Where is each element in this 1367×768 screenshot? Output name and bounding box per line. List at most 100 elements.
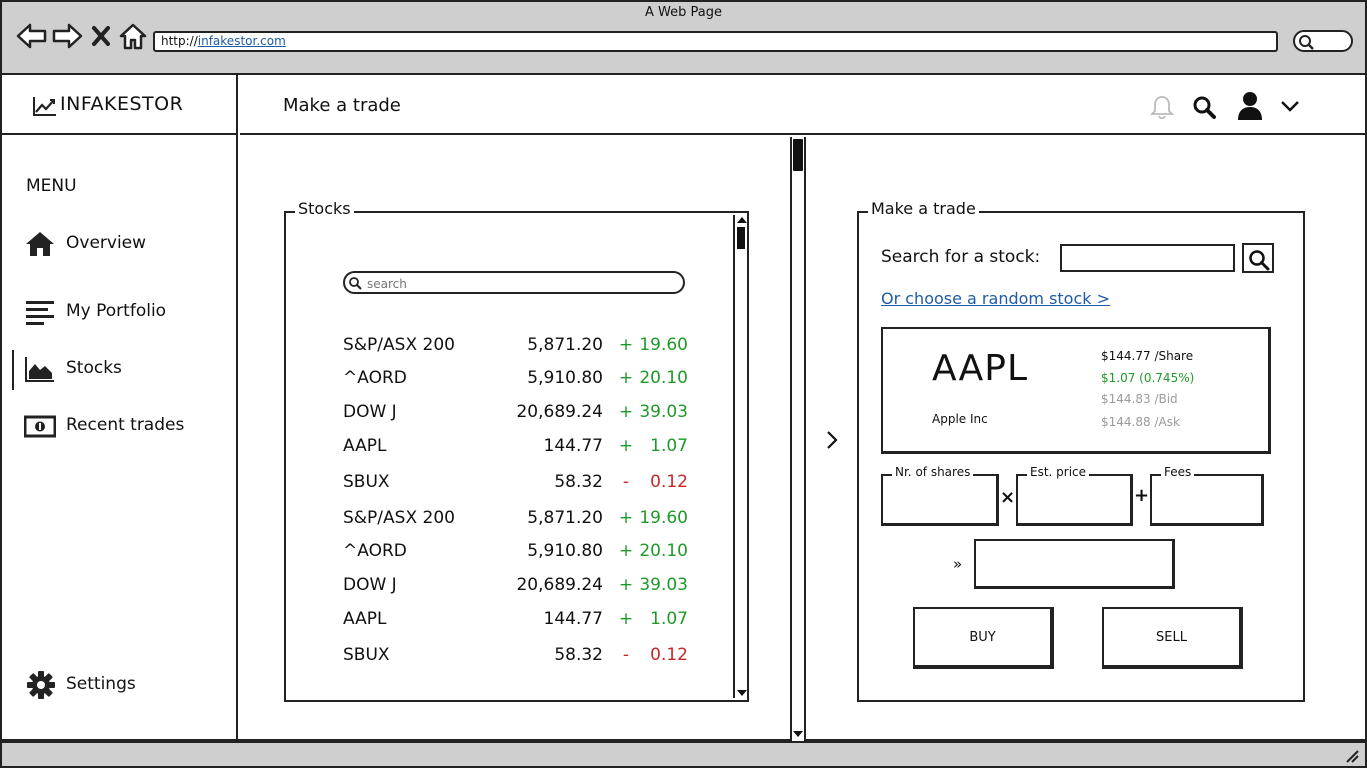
gear-icon — [27, 671, 55, 699]
stock-change: 1.07 — [650, 436, 688, 456]
chevron-down-icon[interactable] — [1280, 99, 1300, 113]
shares-field-label: Nr. of shares — [892, 465, 974, 479]
quote-card — [881, 327, 1271, 454]
logo[interactable]: INFAKESTOR — [2, 75, 238, 135]
stock-change: 20.10 — [639, 368, 688, 388]
plus-symbol: + — [1134, 485, 1150, 506]
stock-change: 39.03 — [639, 575, 688, 595]
stock-symbol: S&P/ASX 200 — [343, 508, 455, 528]
stock-row[interactable]: AAPL 144.77 +1.07 — [343, 436, 693, 466]
scrollbar-thumb[interactable] — [737, 227, 745, 249]
stock-row[interactable]: S&P/ASX 200 5,871.20 +19.60 — [343, 335, 693, 365]
fees-field-label: Fees — [1161, 465, 1195, 479]
stock-symbol: DOW J — [343, 402, 397, 422]
stock-symbol: ^AORD — [343, 541, 407, 561]
price-field-label: Est. price — [1027, 465, 1090, 479]
search-icon — [1249, 250, 1270, 271]
stock-row[interactable]: ^AORD 5,910.80 +20.10 — [343, 541, 693, 571]
stock-change: 1.07 — [650, 609, 688, 629]
stock-row[interactable]: DOW J 20,689.24 +39.03 — [343, 402, 693, 432]
price-field[interactable] — [1016, 474, 1133, 526]
stock-search-label: Search for a stock: — [881, 247, 1041, 267]
stock-row[interactable]: AAPL 144.77 +1.07 — [343, 609, 693, 639]
quote-bid: $144.83 /Bid — [1101, 392, 1178, 406]
user-avatar-icon[interactable] — [1236, 91, 1264, 121]
stock-change-sign: + — [618, 575, 634, 595]
trade-search-button[interactable] — [1242, 243, 1274, 273]
stock-row[interactable]: ^AORD 5,910.80 +20.10 — [343, 368, 693, 398]
url-host: infakestor.com — [197, 34, 286, 48]
stock-change: 39.03 — [639, 402, 688, 422]
scroll-down-arrow-icon[interactable] — [792, 729, 804, 739]
sidebar-item-label: Recent trades — [66, 415, 185, 435]
settings-label: Settings — [66, 674, 136, 694]
stocks-scrollbar[interactable] — [733, 215, 749, 698]
stock-symbol: AAPL — [343, 436, 387, 456]
sidebar-item-overview[interactable]: Overview — [24, 228, 234, 262]
total-field[interactable] — [974, 539, 1175, 589]
stock-search-field[interactable] — [343, 271, 685, 294]
search-icon[interactable] — [1192, 95, 1218, 121]
trade-panel-title: Make a trade — [868, 199, 979, 218]
stock-change-sign: + — [618, 436, 634, 456]
stock-symbol: ^AORD — [343, 368, 407, 388]
url-bar[interactable]: http://infakestor.com — [153, 31, 1278, 52]
url-prefix: http:// — [161, 34, 198, 48]
stock-price: 5,910.80 — [527, 368, 603, 388]
stock-price: 5,871.20 — [527, 508, 603, 528]
shares-field[interactable] — [881, 474, 999, 526]
sidebar-item-label: Stocks — [66, 358, 122, 378]
home-icon — [26, 232, 54, 256]
stock-row[interactable]: SBUX 58.32-0.12 — [343, 645, 693, 675]
home-nav-icon[interactable] — [116, 21, 150, 51]
close-icon[interactable] — [88, 21, 114, 51]
stock-row[interactable]: SBUX 58.32-0.12 — [343, 472, 693, 502]
stock-symbol: SBUX — [343, 472, 390, 492]
forward-icon[interactable] — [50, 21, 84, 51]
trade-stock-search-input[interactable] — [1060, 244, 1235, 272]
bell-icon[interactable] — [1150, 94, 1174, 120]
logo-text: INFAKESTOR — [60, 93, 184, 115]
stock-price: 20,689.24 — [516, 402, 603, 422]
stock-change-sign: + — [618, 541, 634, 561]
stock-change: 0.12 — [650, 472, 688, 492]
sidebar — [2, 75, 238, 741]
random-stock-link[interactable]: Or choose a random stock > — [881, 289, 1110, 308]
sidebar-item-stocks[interactable]: Stocks — [24, 353, 234, 387]
sell-button[interactable]: SELL — [1102, 607, 1243, 669]
stock-row[interactable]: DOW J 20,689.24 +39.03 — [343, 575, 693, 605]
status-bar — [0, 741, 1367, 768]
stocks-panel-title: Stocks — [295, 199, 354, 218]
stock-price: 58.32 — [554, 645, 603, 665]
trend-chart-icon — [33, 97, 56, 116]
chevron-right-icon[interactable] — [825, 430, 839, 450]
stock-search-input[interactable] — [365, 274, 679, 294]
multiply-symbol: × — [1000, 487, 1016, 508]
sidebar-item-portfolio[interactable]: My Portfolio — [24, 296, 234, 330]
stock-change-sign: + — [618, 335, 634, 355]
stock-price: 58.32 — [554, 472, 603, 492]
back-icon[interactable] — [15, 21, 49, 51]
quote-company: Apple Inc — [932, 412, 988, 426]
active-indicator — [12, 350, 16, 390]
sidebar-item-recent-trades[interactable]: Recent trades — [24, 410, 234, 444]
scroll-up-arrow-icon[interactable] — [736, 215, 748, 225]
search-icon — [349, 277, 362, 290]
sidebar-item-settings[interactable]: Settings — [24, 669, 234, 703]
browser-search-field[interactable] — [1293, 30, 1353, 52]
stock-price: 144.77 — [543, 609, 603, 629]
stock-change-sign: - — [622, 472, 630, 492]
resize-grip-icon[interactable] — [1343, 747, 1359, 763]
stock-change-sign: + — [618, 609, 634, 629]
area-chart-icon — [25, 357, 54, 382]
stock-symbol: DOW J — [343, 575, 397, 595]
pane-splitter-scrollbar[interactable] — [790, 137, 806, 741]
scrollbar-thumb[interactable] — [793, 139, 803, 171]
stock-change: 0.12 — [650, 645, 688, 665]
stock-price: 5,910.80 — [527, 541, 603, 561]
fees-field[interactable] — [1150, 474, 1264, 526]
buy-button[interactable]: BUY — [913, 607, 1054, 669]
stock-row[interactable]: S&P/ASX 200 5,871.20 +19.60 — [343, 508, 693, 538]
scroll-down-arrow-icon[interactable] — [736, 688, 748, 698]
search-icon — [1299, 35, 1314, 50]
